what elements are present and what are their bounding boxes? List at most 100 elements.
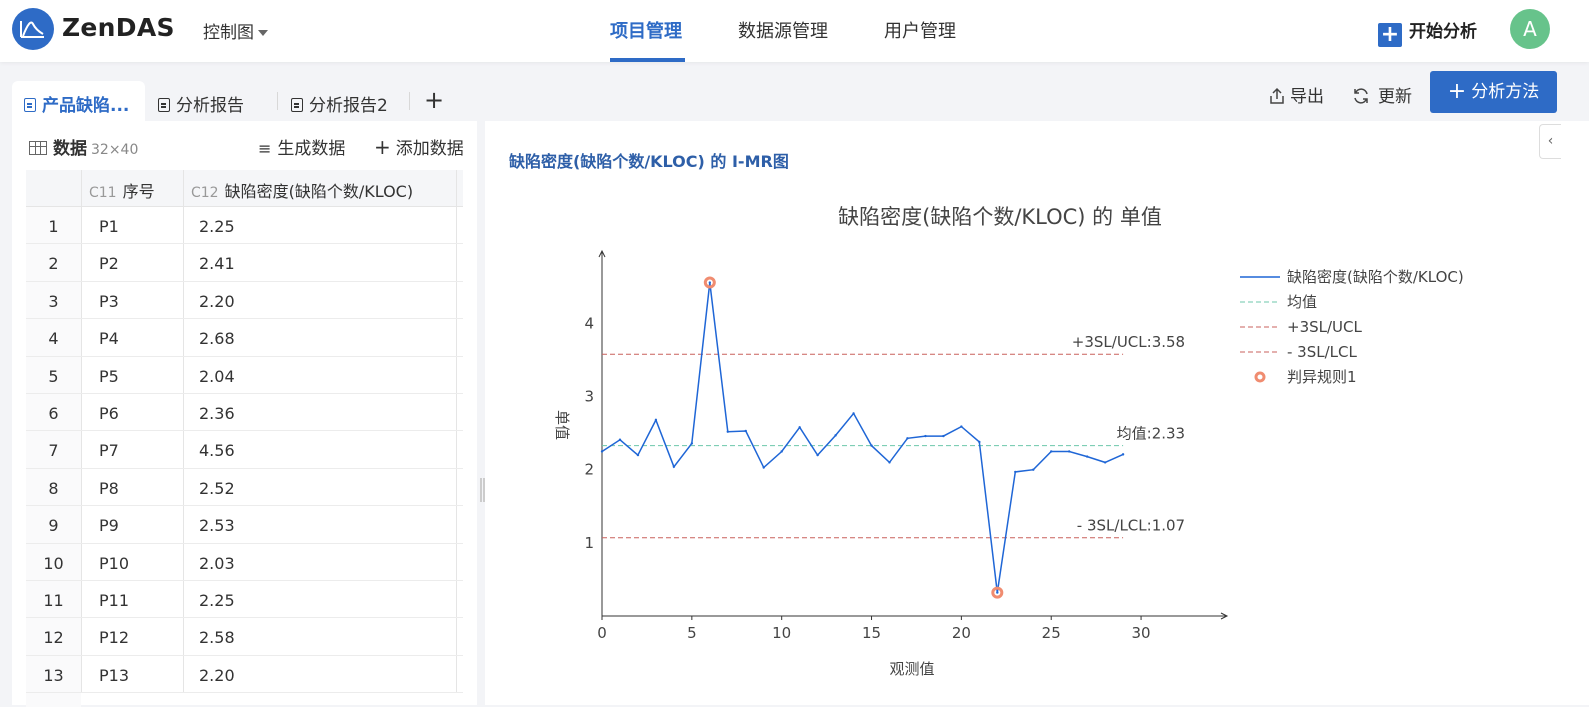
cell-sequence[interactable]: P6	[99, 404, 119, 423]
data-point	[834, 434, 837, 437]
column-header-c12[interactable]: C12 缺陷密度(缺陷个数/KLOC)	[191, 178, 413, 202]
chart-type-menu[interactable]: 控制图	[203, 18, 268, 43]
column-id: C12	[191, 185, 219, 201]
data-point	[942, 434, 945, 438]
doc-tab-report2[interactable]: 分析报告2	[291, 81, 388, 121]
column-name: 缺陷密度(缺陷个数/KLOC)	[224, 182, 414, 201]
analysis-method-button[interactable]: + 分析方法	[1430, 71, 1557, 113]
data-point	[618, 438, 622, 441]
cell-defect-density[interactable]: 2.03	[199, 554, 235, 573]
column-divider	[183, 244, 184, 281]
table-row[interactable]: 10 P10 2.03	[26, 543, 463, 581]
cell-defect-density[interactable]: 2.52	[199, 479, 235, 498]
table-row[interactable]: 1 P1 2.25	[26, 207, 463, 245]
table-icon	[29, 141, 47, 155]
cell-sequence[interactable]: P5	[99, 367, 119, 386]
add-data-button[interactable]: + 添加数据	[374, 134, 464, 159]
generate-data-button[interactable]: ≡ 生成数据	[258, 134, 345, 159]
cell-sequence[interactable]: P9	[99, 516, 119, 535]
add-tab-button[interactable]: +	[424, 86, 444, 114]
column-divider	[183, 207, 184, 244]
table-header: C11 序号 C12 缺陷密度(缺陷个数/KLOC)	[26, 170, 463, 207]
data-panel: 数据 32×40 ≡ 生成数据 + 添加数据 C11 序号 C12 缺陷密度(缺陷个数/K…	[12, 121, 477, 707]
column-divider	[81, 393, 82, 431]
cell-sequence[interactable]: P2	[99, 254, 119, 273]
control-line-label: 均值:2.33	[1117, 425, 1185, 443]
data-panel-title: 数据 32×40	[29, 134, 138, 159]
table-row[interactable]: 2 P2 2.41	[26, 244, 463, 282]
avatar[interactable]: A	[1510, 9, 1550, 49]
doc-tab-report[interactable]: 分析报告	[158, 81, 244, 121]
nav-tab-users[interactable]: 用户管理	[884, 17, 956, 43]
refresh-button[interactable]: 更新	[1352, 82, 1412, 107]
column-divider	[456, 431, 457, 468]
doc-tab-defects[interactable]: 产品缺陷...	[12, 81, 145, 121]
cell-defect-density[interactable]: 2.41	[199, 254, 235, 273]
cell-sequence[interactable]: P1	[99, 217, 119, 236]
logo-icon[interactable]	[12, 8, 54, 50]
column-divider	[456, 281, 457, 319]
table-row[interactable]: 11 P11 2.25	[26, 580, 463, 619]
cell-defect-density[interactable]: 2.53	[199, 516, 235, 535]
generate-label: 生成数据	[277, 139, 346, 159]
tab-divider	[277, 92, 278, 110]
cell-defect-density[interactable]: 2.25	[199, 591, 235, 610]
table-row[interactable]: 3 P3 2.20	[26, 281, 463, 320]
nav-tab-datasources[interactable]: 数据源管理	[738, 17, 828, 43]
column-divider	[456, 356, 457, 393]
y-axis-label: 单值	[553, 410, 571, 440]
table-row[interactable]: 13 P13 2.20	[26, 655, 463, 694]
cell-sequence[interactable]: P10	[99, 554, 129, 573]
table-row[interactable]: 9 P9 2.53	[26, 506, 463, 544]
column-header-c11[interactable]: C11 序号	[89, 178, 155, 202]
cell-sequence[interactable]: P8	[99, 479, 119, 498]
chevron-down-icon	[258, 30, 268, 36]
data-point	[852, 412, 855, 415]
cell-defect-density[interactable]: 4.56	[199, 441, 235, 460]
cell-sequence[interactable]: P7	[99, 441, 119, 460]
table-row[interactable]: 5 P5 2.04	[26, 356, 463, 394]
data-point	[1032, 468, 1035, 471]
generate-icon: ≡	[258, 139, 272, 158]
nav-tab-projects[interactable]: 项目管理	[610, 17, 682, 43]
chart-title: 缺陷密度(缺陷个数/KLOC) 的 单值	[838, 205, 1162, 229]
row-index: 2	[48, 254, 59, 274]
cell-sequence[interactable]: P11	[99, 591, 129, 610]
x-tick-label: 5	[687, 624, 697, 642]
legend-entry: +3SL/UCL	[1287, 318, 1362, 336]
document-icon	[24, 98, 36, 112]
cell-sequence[interactable]: P4	[99, 329, 119, 348]
export-button[interactable]: 导出	[1268, 82, 1324, 107]
legend-entry: - 3SL/LCL	[1287, 343, 1357, 361]
cell-defect-density[interactable]: 2.36	[199, 404, 235, 423]
cell-defect-density[interactable]: 2.04	[199, 367, 235, 386]
table-row[interactable]: 4 P4 2.68	[26, 319, 463, 357]
cell-defect-density[interactable]: 2.20	[199, 666, 235, 685]
cell-sequence[interactable]: P13	[99, 666, 129, 685]
table-row[interactable]: 8 P8 2.52	[26, 468, 463, 507]
cell-defect-density[interactable]: 2.25	[199, 217, 235, 236]
panel-divider[interactable]	[477, 121, 485, 705]
cell-sequence[interactable]: P12	[99, 628, 129, 647]
data-table: C11 序号 C12 缺陷密度(缺陷个数/KLOC) 1 P1 2.25 2 P2 2.41 3…	[26, 170, 463, 707]
start-analysis-button[interactable]: + 开始分析	[1378, 17, 1477, 47]
data-point	[1014, 470, 1017, 474]
cell-defect-density[interactable]: 2.58	[199, 628, 235, 647]
resize-handle-icon[interactable]	[480, 478, 482, 502]
cell-defect-density[interactable]: 2.20	[199, 292, 235, 311]
index-header[interactable]	[26, 170, 81, 207]
table-row[interactable]: 6 P6 2.36	[26, 393, 463, 432]
column-divider	[456, 393, 457, 431]
column-divider	[183, 170, 184, 206]
row-index: 13	[43, 665, 64, 685]
cell-defect-density[interactable]: 2.68	[199, 329, 235, 348]
data-point	[996, 591, 999, 594]
table-row[interactable]: 7 P7 4.56	[26, 431, 463, 469]
cell-sequence[interactable]: P3	[99, 292, 119, 311]
data-point	[798, 426, 801, 429]
analysis-method-label: 分析方法	[1471, 82, 1540, 102]
data-point	[816, 453, 819, 457]
data-point	[762, 466, 765, 469]
table-row[interactable]: 12 P12 2.58	[26, 618, 463, 656]
row-index: 12	[43, 628, 64, 648]
